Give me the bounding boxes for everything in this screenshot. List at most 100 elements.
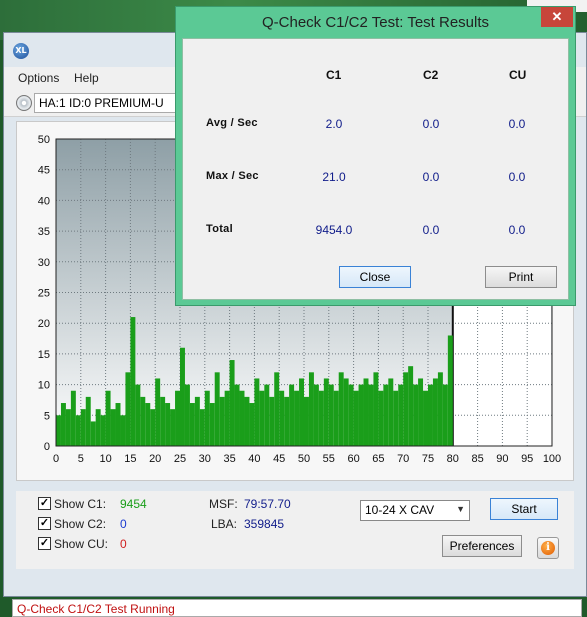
c1-bar	[403, 372, 409, 446]
total-c2: 0.0	[422, 223, 440, 237]
c1-bar	[170, 409, 176, 446]
c1-bar	[204, 390, 210, 446]
check-mark-icon: ✓	[38, 497, 51, 510]
help-button[interactable]: i	[537, 537, 559, 559]
c1-bar	[343, 378, 349, 446]
x-tick-label: 95	[521, 453, 533, 465]
c1-bar	[378, 390, 384, 446]
c1-bar	[373, 372, 379, 446]
status-text: Q-Check C1/C2 Test Running	[17, 602, 175, 616]
chevron-down-icon: ▼	[456, 504, 465, 514]
col-header-c1: C1	[326, 68, 342, 82]
max-c2: 0.0	[422, 170, 440, 184]
row-label-avg: Avg / Sec	[206, 117, 258, 129]
c1-bar	[229, 360, 235, 446]
drive-select[interactable]: HA:1 ID:0 PREMIUM-U	[34, 93, 184, 113]
c1-bar	[130, 317, 136, 446]
x-tick-label: 25	[174, 453, 186, 465]
status-bar: Q-Check C1/C2 Test Running	[12, 599, 582, 617]
c1-bar	[150, 409, 156, 446]
check-mark-icon: ✓	[38, 517, 51, 530]
x-tick-label: 10	[99, 453, 111, 465]
c1-bar	[313, 384, 319, 446]
msf-label: MSF:	[209, 497, 238, 511]
c1-bar	[140, 396, 146, 446]
start-button[interactable]: Start	[490, 498, 558, 520]
c1-bar	[308, 372, 314, 446]
c1-bar	[184, 384, 190, 446]
disc-drive-icon	[16, 95, 32, 111]
y-tick-label: 0	[44, 441, 50, 453]
avg-c1: 2.0	[325, 117, 343, 131]
c1-bar	[120, 415, 126, 446]
x-tick-label: 20	[149, 453, 161, 465]
dialog-title: Q-Check C1/C2 Test: Test Results	[261, 14, 490, 31]
check-mark-icon: ✓	[38, 537, 51, 550]
y-tick-label: 50	[38, 134, 50, 146]
close-icon[interactable]: ✕	[541, 7, 573, 27]
c1-bar	[135, 384, 141, 446]
c1-bar	[155, 378, 161, 446]
c1-bar	[304, 396, 309, 446]
c1-bar	[145, 403, 151, 446]
c1-bar	[328, 384, 334, 446]
speed-value: 10-24 X CAV	[365, 503, 435, 517]
preferences-button[interactable]: Preferences	[442, 535, 522, 557]
avg-c2: 0.0	[422, 117, 440, 131]
c1-bar	[368, 384, 374, 446]
c1-bar	[249, 403, 255, 446]
c1-bar	[353, 390, 359, 446]
results-table: C1 C2 CU Avg / Sec 2.0 0.0 0.0 Max / Sec…	[182, 38, 569, 300]
y-tick-label: 45	[38, 165, 50, 177]
max-c1: 21.0	[322, 170, 346, 184]
c1-bar	[348, 384, 354, 446]
col-header-c2: C2	[423, 68, 439, 82]
c1-count: 9454	[120, 497, 147, 511]
c1-bar	[447, 335, 453, 446]
x-tick-label: 35	[223, 453, 235, 465]
c1-bar	[80, 409, 86, 446]
c1-bar	[318, 390, 324, 446]
menu-help[interactable]: Help	[74, 71, 99, 85]
row-label-max: Max / Sec	[206, 170, 259, 182]
x-tick-label: 65	[372, 453, 384, 465]
c1-bar	[180, 347, 185, 446]
c1-bar	[363, 378, 369, 446]
x-tick-label: 5	[78, 453, 84, 465]
lba-label: LBA:	[211, 517, 238, 531]
c1-bar	[274, 372, 280, 446]
c1-bar	[408, 366, 414, 446]
x-tick-label: 70	[397, 453, 409, 465]
x-tick-label: 55	[323, 453, 335, 465]
c1-bar	[393, 390, 399, 446]
c1-bar	[294, 390, 300, 446]
show-c2-label: Show C2:	[54, 517, 107, 531]
close-button[interactable]: Close	[339, 266, 411, 288]
c1-bar	[224, 390, 230, 446]
x-tick-label: 90	[496, 453, 508, 465]
c2-count: 0	[120, 517, 127, 531]
x-tick-label: 75	[422, 453, 434, 465]
max-cu: 0.0	[508, 170, 526, 184]
c1-bar	[56, 415, 61, 446]
info-icon: i	[541, 541, 555, 555]
print-button[interactable]: Print	[485, 266, 557, 288]
menu-options[interactable]: Options	[18, 71, 59, 85]
c1-bar	[388, 378, 394, 446]
speed-select[interactable]: 10-24 X CAV ▼	[360, 500, 470, 521]
x-tick-label: 45	[273, 453, 285, 465]
c1-bar	[269, 396, 275, 446]
cu-count: 0	[120, 537, 127, 551]
lba-value: 359845	[244, 517, 285, 531]
c1-bar	[115, 403, 121, 446]
c1-bar	[323, 378, 329, 446]
msf-value: 79:57.70	[244, 497, 291, 511]
x-tick-label: 80	[447, 453, 459, 465]
c1-bar	[333, 390, 339, 446]
app-logo-icon: XL	[13, 43, 29, 59]
col-header-cu: CU	[509, 68, 527, 82]
c1-bar	[194, 396, 200, 446]
show-cu-label: Show CU:	[54, 537, 109, 551]
c1-bar	[234, 384, 240, 446]
c1-bar	[423, 390, 428, 446]
